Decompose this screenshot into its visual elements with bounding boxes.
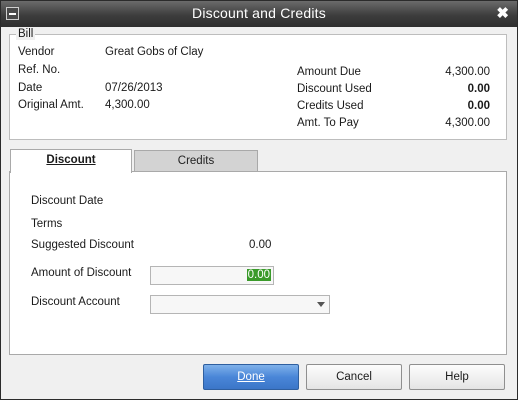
vendor-value: Great Gobs of Clay bbox=[105, 46, 204, 58]
amt-to-pay-label: Amt. To Pay bbox=[297, 117, 359, 129]
suggested-discount-value: 0.00 bbox=[249, 239, 272, 251]
ref-no-label: Ref. No. bbox=[18, 64, 61, 76]
terms-label: Terms bbox=[31, 218, 63, 230]
bill-group: Bill Vendor Great Gobs of Clay Ref. No. … bbox=[9, 28, 507, 140]
date-label: Date bbox=[18, 82, 43, 94]
date-value: 07/26/2013 bbox=[105, 82, 163, 94]
suggested-discount-label: Suggested Discount bbox=[31, 239, 134, 251]
tab-credits[interactable]: Credits bbox=[134, 150, 258, 172]
done-button[interactable]: Done bbox=[203, 364, 299, 390]
amount-of-discount-value: 0.00 bbox=[246, 269, 271, 281]
discount-used-value: 0.00 bbox=[467, 83, 490, 95]
vendor-label: Vendor bbox=[18, 46, 55, 58]
cancel-button[interactable]: Cancel bbox=[306, 364, 402, 390]
original-amt-value: 4,300.00 bbox=[105, 99, 150, 111]
discount-account-label: Discount Account bbox=[31, 296, 120, 308]
title-bar[interactable]: Discount and Credits ✖ bbox=[1, 1, 517, 27]
discount-account-select[interactable] bbox=[150, 295, 330, 314]
help-button-label: Help bbox=[445, 371, 469, 383]
bill-legend: Bill bbox=[16, 28, 36, 40]
tab-credits-label: Credits bbox=[177, 155, 215, 167]
discount-date-label: Discount Date bbox=[31, 195, 104, 207]
amt-to-pay-value: 4,300.00 bbox=[445, 117, 490, 129]
dialog-window: Discount and Credits ✖ Bill Vendor Great… bbox=[0, 0, 518, 400]
chevron-down-icon[interactable] bbox=[317, 302, 325, 307]
amount-of-discount-input[interactable]: 0.00 bbox=[150, 266, 274, 285]
help-button[interactable]: Help bbox=[409, 364, 505, 390]
tab-discount-label: Discount bbox=[46, 154, 96, 166]
amount-due-label: Amount Due bbox=[297, 66, 361, 78]
cancel-button-label: Cancel bbox=[336, 371, 372, 383]
close-icon[interactable]: ✖ bbox=[496, 4, 509, 22]
amount-of-discount-label: Amount of Discount bbox=[31, 267, 132, 279]
discount-panel: Discount Date Terms Suggested Discount 0… bbox=[9, 171, 507, 355]
window-title: Discount and Credits bbox=[192, 5, 326, 21]
discount-used-label: Discount Used bbox=[297, 83, 372, 95]
amount-due-value: 4,300.00 bbox=[445, 66, 490, 78]
original-amt-label: Original Amt. bbox=[18, 99, 84, 111]
done-button-label: Done bbox=[237, 371, 265, 383]
tab-discount[interactable]: Discount bbox=[10, 149, 132, 173]
credits-used-label: Credits Used bbox=[297, 100, 364, 112]
credits-used-value: 0.00 bbox=[467, 100, 490, 112]
